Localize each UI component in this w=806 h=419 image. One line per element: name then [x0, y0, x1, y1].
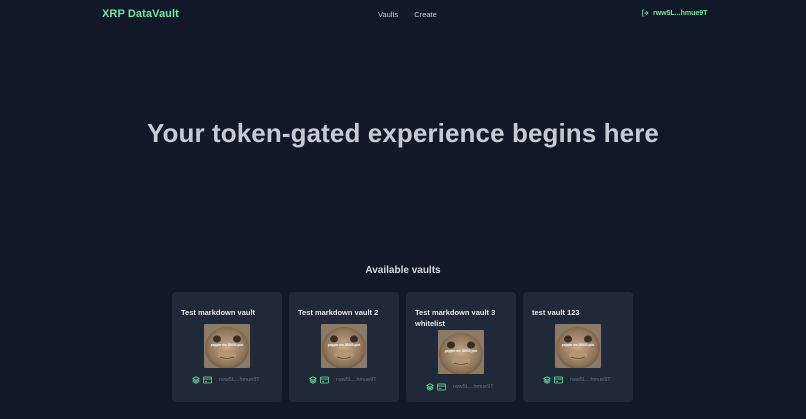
vault-image: pepper me 30000 pixt	[204, 324, 250, 368]
image-caption: pepper me 30000 pixt	[210, 343, 244, 347]
vault-card[interactable]: Test markdown vault 3 whitelist pepper me…	[406, 292, 516, 402]
credit-card-icon	[320, 376, 329, 384]
vault-title: Test markdown vault	[181, 308, 256, 317]
wallet-button[interactable]: rww5L...hmue9T	[641, 9, 707, 17]
available-vaults-heading: Available vaults	[365, 265, 441, 276]
image-caption: pepper me 30000 pixt	[444, 349, 478, 353]
vault-card[interactable]: Test markdown vault pepper me 30000 pixt r…	[172, 292, 282, 402]
nav-vaults-link[interactable]: Vaults	[378, 10, 398, 19]
vault-meta: rww5L...hmue9T	[192, 376, 260, 384]
wallet-address: rww5L...hmue9T	[653, 9, 708, 17]
vault-title: test vault 123	[532, 308, 580, 317]
vault-owner: rww5L...hmue9T	[570, 377, 611, 383]
vault-cards: Test markdown vault pepper me 30000 pixt r…	[172, 292, 633, 402]
hero-title: Your token-gated experience begins here	[146, 118, 659, 148]
vault-meta: rww5L...hmue9T	[426, 383, 494, 391]
credit-card-icon	[437, 383, 446, 391]
brand-logo[interactable]: XRP DataVault	[102, 8, 179, 20]
vault-card[interactable]: Test markdown vault 2 pepper me 30000 pix…	[289, 292, 399, 402]
nav-links: Vaults Create	[378, 10, 437, 19]
vault-owner: rww5L...hmue9T	[336, 377, 377, 383]
vault-card[interactable]: test vault 123 pepper me 30000 pixt rww5L.…	[523, 292, 633, 402]
vault-title: Test markdown vault 2	[298, 308, 379, 317]
logout-icon	[641, 9, 649, 17]
image-caption: pepper me 30000 pixt	[327, 343, 361, 347]
navbar: XRP DataVault Vaults Create rww5L...hmue…	[0, 0, 806, 28]
nav-create-link[interactable]: Create	[414, 10, 437, 19]
vault-meta: rww5L...hmue9T	[309, 376, 377, 384]
vault-image: pepper me 30000 pixt	[321, 324, 367, 368]
vault-owner: rww5L...hmue9T	[453, 384, 494, 390]
stack-icon	[543, 376, 551, 384]
page: XRP DataVault Vaults Create rww5L...hmue…	[0, 0, 806, 419]
vault-title: Test markdown vault 3 whitelist	[415, 308, 496, 328]
vault-image: pepper me 30000 pixt	[555, 324, 601, 368]
credit-card-icon	[554, 376, 563, 384]
credit-card-icon	[203, 376, 212, 384]
vault-image: pepper me 30000 pixt	[438, 330, 484, 374]
stack-icon	[309, 376, 317, 384]
vault-owner: rww5L...hmue9T	[219, 377, 260, 383]
vault-meta: rww5L...hmue9T	[543, 376, 611, 384]
stack-icon	[192, 376, 200, 384]
image-caption: pepper me 30000 pixt	[561, 343, 595, 347]
stack-icon	[426, 383, 434, 391]
